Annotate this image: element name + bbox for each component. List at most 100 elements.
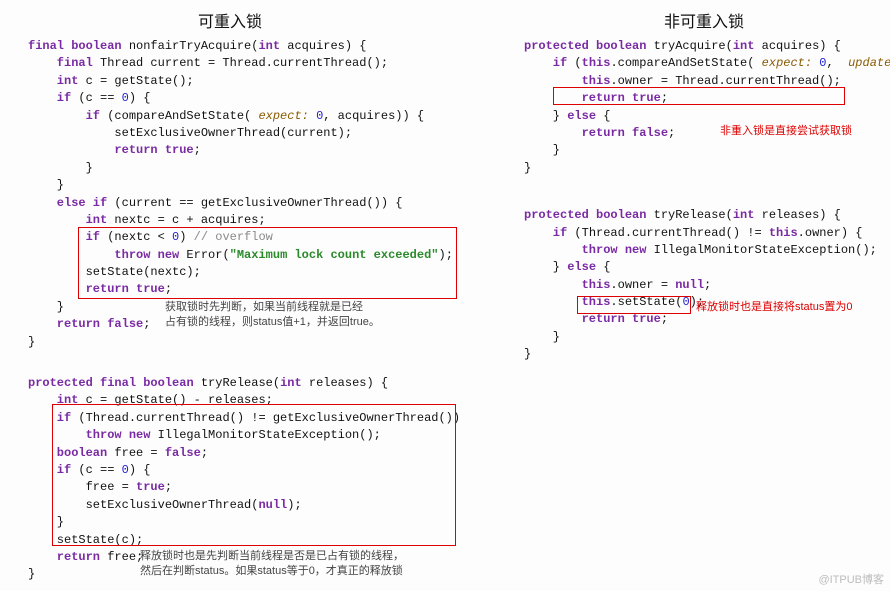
num: 0 <box>682 295 689 309</box>
kw: int <box>280 376 302 390</box>
kw: true <box>625 91 661 105</box>
kw: if <box>28 230 100 244</box>
kw: boolean <box>136 376 194 390</box>
t: free; <box>100 550 143 564</box>
kw: return <box>28 282 129 296</box>
kw: this <box>524 74 610 88</box>
t: c = getState(); <box>78 74 193 88</box>
t: ); <box>287 498 301 512</box>
kw: final <box>28 56 93 70</box>
num: 0 <box>122 463 129 477</box>
t: } <box>28 161 93 175</box>
t: } <box>524 109 567 123</box>
watermark: @ITPUB博客 <box>818 571 884 587</box>
t: .owner = Thread.currentThread(); <box>610 74 840 88</box>
kw: return <box>524 312 625 326</box>
t: ; <box>165 282 172 296</box>
t: } <box>524 347 531 361</box>
t: IllegalMonitorStateException(); <box>646 243 876 257</box>
t: (current == getExclusiveOwnerThread()) { <box>107 196 402 210</box>
t: } <box>28 335 35 349</box>
kw: throw new <box>28 428 150 442</box>
t: } <box>524 330 560 344</box>
left-note-2: 释放锁时也是先判断当前线程是否是已占有锁的线程， 然后在判断status。如果s… <box>140 549 404 579</box>
t: , <box>826 56 848 70</box>
kw: this <box>524 278 610 292</box>
kw: false <box>165 446 201 460</box>
t: setState(c); <box>28 533 143 547</box>
kw: final <box>93 376 136 390</box>
t: setExclusiveOwnerThread( <box>28 498 258 512</box>
kw: this <box>582 56 611 70</box>
left-column: 可重入锁 final boolean nonfairTryAcquire(int… <box>0 0 460 584</box>
t: ; <box>165 480 172 494</box>
right-code-2: protected boolean tryRelease(int release… <box>524 207 884 364</box>
kw: if <box>28 411 71 425</box>
kw: return <box>28 143 158 157</box>
kw: protected <box>524 208 589 222</box>
t: ; <box>661 91 668 105</box>
kw: true <box>625 312 661 326</box>
kw: false <box>100 317 143 331</box>
kw: if <box>28 109 100 123</box>
kw: this <box>524 295 610 309</box>
kw: true <box>158 143 194 157</box>
comment: // overflow <box>194 230 273 244</box>
t: ); <box>439 248 453 262</box>
param: expect: <box>754 56 819 70</box>
left-note-1: 获取锁时先判断，如果当前线程就是已经 占有锁的线程，则status值+1，并返回… <box>165 300 380 330</box>
kw: else if <box>28 196 107 210</box>
kw: boolean <box>64 39 122 53</box>
t: tryAcquire( <box>646 39 732 53</box>
t: ; <box>661 312 668 326</box>
t: ; <box>194 143 201 157</box>
kw: return <box>28 317 100 331</box>
t: Error( <box>179 248 229 262</box>
t: Thread current = Thread.currentThread(); <box>93 56 388 70</box>
kw: throw new <box>28 248 179 262</box>
t: ) <box>179 230 193 244</box>
t: ; <box>704 278 711 292</box>
page: 可重入锁 final boolean nonfairTryAcquire(int… <box>0 0 890 591</box>
kw: int <box>28 74 78 88</box>
kw: boolean <box>589 39 647 53</box>
t: ) { <box>129 463 151 477</box>
kw: boolean <box>589 208 647 222</box>
t: c = getState() - releases; <box>78 393 272 407</box>
kw: true <box>129 282 165 296</box>
t: free = <box>107 446 165 460</box>
t: tryRelease( <box>646 208 732 222</box>
kw: final <box>28 39 64 53</box>
t: setState(nextc); <box>28 265 201 279</box>
t: tryRelease( <box>194 376 280 390</box>
t: (nextc < <box>100 230 172 244</box>
t: } <box>524 161 531 175</box>
t: } <box>524 260 567 274</box>
t: IllegalMonitorStateException(); <box>150 428 380 442</box>
t: (Thread.currentThread() != <box>567 226 769 240</box>
t: } <box>28 178 64 192</box>
kw: int <box>28 393 78 407</box>
t: acquires) { <box>754 39 840 53</box>
t: nonfairTryAcquire( <box>122 39 259 53</box>
kw: return <box>524 91 625 105</box>
t: .compareAndSetState( <box>610 56 754 70</box>
kw: throw new <box>524 243 646 257</box>
t: .owner = <box>610 278 675 292</box>
t: , acquires)) { <box>323 109 424 123</box>
kw: this <box>769 226 798 240</box>
kw: boolean <box>28 446 107 460</box>
kw: true <box>136 480 165 494</box>
t: ; <box>143 317 150 331</box>
t: setExclusiveOwnerThread(current); <box>28 126 352 140</box>
t: free = <box>28 480 136 494</box>
t: (c == <box>71 91 121 105</box>
t: ; <box>201 446 208 460</box>
t: } <box>28 567 35 581</box>
kw: else <box>567 109 596 123</box>
kw: protected <box>524 39 589 53</box>
kw: int <box>28 213 107 227</box>
t: releases) { <box>302 376 388 390</box>
kw: null <box>675 278 704 292</box>
kw: if <box>524 56 567 70</box>
